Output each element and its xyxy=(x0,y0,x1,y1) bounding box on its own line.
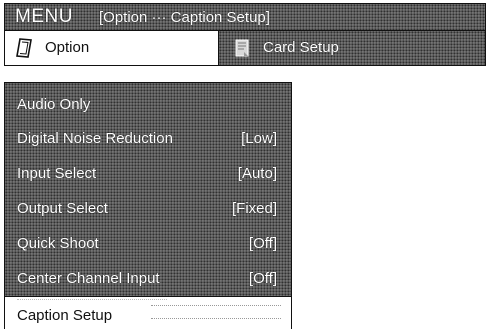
menu-item-label: Input Select xyxy=(17,165,97,182)
menu-item-audio-only[interactable]: Audio Only xyxy=(5,87,291,121)
menu-item-value: [Low] xyxy=(241,130,277,147)
option-pencil-icon xyxy=(15,38,33,58)
menu-item-label: Audio Only xyxy=(17,96,91,113)
option-menu-list: Audio Only Digital Noise Reduction [Low]… xyxy=(4,82,292,329)
menu-item-caption-setup[interactable]: Caption Setup xyxy=(5,296,291,329)
menu-item-label: Digital Noise Reduction xyxy=(17,130,173,147)
menu-header-bar: MENU [Option ··· Caption Setup] xyxy=(4,3,486,31)
card-icon xyxy=(233,38,251,58)
menu-item-value: [Off] xyxy=(248,235,277,252)
menu-item-value: [Fixed] xyxy=(231,200,277,217)
menu-item-quick-shoot[interactable]: Quick Shoot [Off] xyxy=(5,226,291,260)
menu-item-output-select[interactable]: Output Select [Fixed] xyxy=(5,191,291,225)
menu-item-center-channel-input[interactable]: Center Channel Input [Off] xyxy=(5,261,291,295)
tab-option-label: Option xyxy=(45,39,90,56)
tab-card-setup[interactable]: Card Setup xyxy=(219,31,485,65)
menu-item-value: [Auto] xyxy=(237,165,277,182)
menu-item-label: Quick Shoot xyxy=(17,235,99,252)
menu-item-digital-noise-reduction[interactable]: Digital Noise Reduction [Low] xyxy=(5,121,291,155)
menu-item-label: Output Select xyxy=(17,200,108,217)
divider xyxy=(17,299,167,303)
menu-breadcrumb: [Option ··· Caption Setup] xyxy=(99,9,270,26)
tab-card-setup-label: Card Setup xyxy=(263,39,339,56)
menu-item-label: Center Channel Input xyxy=(17,270,160,287)
menu-item-label: Caption Setup xyxy=(17,307,113,324)
tab-option[interactable]: Option xyxy=(5,31,219,65)
menu-tabs: Option Card Setup xyxy=(4,31,486,66)
menu-item-input-select[interactable]: Input Select [Auto] xyxy=(5,156,291,190)
menu-item-value: [Off] xyxy=(248,270,277,287)
selection-dotted-rule xyxy=(151,305,281,319)
menu-title: MENU xyxy=(15,6,73,27)
